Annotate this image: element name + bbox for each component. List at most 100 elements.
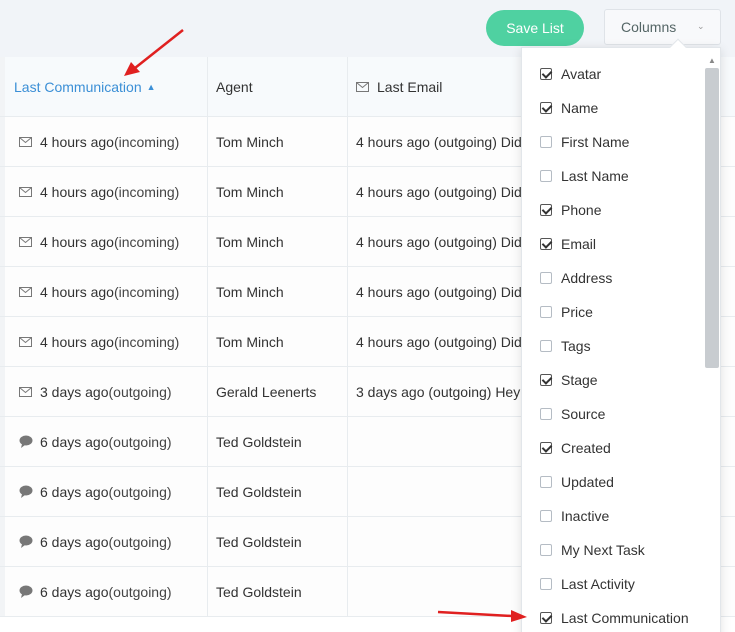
last-email-cell xyxy=(347,517,535,566)
agent-name: Ted Goldstein xyxy=(216,533,302,550)
agent-cell: Tom Minch xyxy=(207,267,347,316)
header-last-email-label: Last Email xyxy=(377,78,443,95)
column-checkbox[interactable] xyxy=(540,374,552,386)
column-option[interactable]: My Next Task xyxy=(540,540,645,560)
last-email-cell xyxy=(347,567,535,616)
column-option-label: Stage xyxy=(561,372,598,388)
last-email-cell: 3 days ago (outgoing) Hey xyxy=(347,367,535,416)
column-option-label: Tags xyxy=(561,338,591,354)
column-option[interactable]: Avatar xyxy=(540,64,601,84)
column-checkbox[interactable] xyxy=(540,510,552,522)
header-agent[interactable]: Agent xyxy=(207,57,347,116)
communication-direction: (outgoing) xyxy=(108,433,172,450)
communication-time: 6 days ago xyxy=(40,483,109,500)
last-communication-cell: 4 hours ago (incoming) xyxy=(0,267,207,316)
communication-direction: (incoming) xyxy=(113,183,180,200)
last-communication-cell: 4 hours ago (incoming) xyxy=(0,117,207,166)
communication-time: 3 days ago xyxy=(40,383,109,400)
column-checkbox[interactable] xyxy=(540,340,552,352)
chat-bubble-icon xyxy=(19,435,34,448)
last-communication-cell: 4 hours ago (incoming) xyxy=(0,167,207,216)
agent-cell: Ted Goldstein xyxy=(207,417,347,466)
communication-direction: (outgoing) xyxy=(108,583,172,600)
communication-direction: (incoming) xyxy=(113,333,180,350)
column-option[interactable]: Last Communication xyxy=(540,608,689,628)
last-email-text: 4 hours ago (outgoing) Did xyxy=(356,183,522,200)
dropdown-scrollbar[interactable] xyxy=(705,68,719,368)
column-option[interactable]: Stage xyxy=(540,370,598,390)
chat-bubble-icon xyxy=(19,535,34,548)
column-option-label: Address xyxy=(561,270,613,286)
header-last-email[interactable]: Last Email xyxy=(347,57,535,116)
column-checkbox[interactable] xyxy=(540,238,552,250)
column-option[interactable]: Address xyxy=(540,268,612,288)
column-option[interactable]: Created xyxy=(540,438,611,458)
communication-time: 4 hours ago xyxy=(40,133,114,150)
column-option[interactable]: First Name xyxy=(540,132,629,152)
chat-bubble-icon xyxy=(19,485,34,498)
last-email-cell: 4 hours ago (outgoing) Did xyxy=(347,117,535,166)
columns-button-label: Columns xyxy=(621,19,677,35)
communication-time: 6 days ago xyxy=(40,583,109,600)
column-checkbox[interactable] xyxy=(540,408,552,420)
column-option[interactable]: Last Activity xyxy=(540,574,635,594)
column-option-label: Last Activity xyxy=(561,576,635,592)
last-email-cell: 4 hours ago (outgoing) Did xyxy=(347,167,535,216)
column-checkbox[interactable] xyxy=(540,272,552,284)
email-icon xyxy=(19,386,34,397)
last-communication-cell: 3 days ago (outgoing) xyxy=(0,367,207,416)
column-checkbox[interactable] xyxy=(540,578,552,590)
column-option[interactable]: Price xyxy=(540,302,593,322)
column-option[interactable]: Updated xyxy=(540,472,614,492)
column-option[interactable]: Email xyxy=(540,234,596,254)
column-checkbox[interactable] xyxy=(540,306,552,318)
save-list-button[interactable]: Save List xyxy=(486,10,584,46)
header-last-communication[interactable]: Last Communication ▲ xyxy=(0,57,207,116)
email-icon xyxy=(19,286,34,297)
last-email-cell xyxy=(347,467,535,516)
column-checkbox[interactable] xyxy=(540,68,552,80)
columns-button[interactable]: Columns ⌄ xyxy=(604,9,721,45)
column-option[interactable]: Tags xyxy=(540,336,591,356)
last-email-cell: 4 hours ago (outgoing) Did xyxy=(347,317,535,366)
column-checkbox[interactable] xyxy=(540,136,552,148)
column-option[interactable]: Name xyxy=(540,98,598,118)
column-option[interactable]: Source xyxy=(540,404,605,424)
column-option[interactable]: Inactive xyxy=(540,506,609,526)
column-checkbox[interactable] xyxy=(540,442,552,454)
last-email-text: 4 hours ago (outgoing) Did xyxy=(356,233,522,250)
column-option-label: Avatar xyxy=(561,66,602,82)
email-icon xyxy=(19,336,34,347)
agent-cell: Tom Minch xyxy=(207,217,347,266)
column-option-label: First Name xyxy=(561,134,630,150)
agent-cell: Tom Minch xyxy=(207,117,347,166)
column-option-label: Created xyxy=(561,440,611,456)
communication-time: 4 hours ago xyxy=(40,183,114,200)
column-option-label: Phone xyxy=(561,202,602,218)
agent-cell: Tom Minch xyxy=(207,317,347,366)
header-agent-label: Agent xyxy=(216,78,253,95)
last-communication-cell: 6 days ago (outgoing) xyxy=(0,417,207,466)
column-checkbox[interactable] xyxy=(540,170,552,182)
column-checkbox[interactable] xyxy=(540,612,552,624)
last-communication-cell: 6 days ago (outgoing) xyxy=(0,517,207,566)
column-option[interactable]: Last Name xyxy=(540,166,629,186)
scroll-up-icon[interactable]: ▲ xyxy=(708,56,716,65)
communication-direction: (incoming) xyxy=(113,133,180,150)
column-checkbox[interactable] xyxy=(540,544,552,556)
communication-time: 6 days ago xyxy=(40,433,109,450)
column-option-label: Updated xyxy=(561,474,614,490)
column-option[interactable]: Phone xyxy=(540,200,601,220)
last-email-cell xyxy=(347,417,535,466)
column-checkbox[interactable] xyxy=(540,476,552,488)
column-checkbox[interactable] xyxy=(540,204,552,216)
column-option-label: My Next Task xyxy=(561,542,645,558)
last-communication-cell: 4 hours ago (incoming) xyxy=(0,217,207,266)
email-icon xyxy=(19,186,34,197)
communication-direction: (incoming) xyxy=(113,233,180,250)
communication-direction: (outgoing) xyxy=(108,383,172,400)
agent-cell: Ted Goldstein xyxy=(207,517,347,566)
agent-name: Ted Goldstein xyxy=(216,483,302,500)
column-checkbox[interactable] xyxy=(540,102,552,114)
agent-cell: Gerald Leenerts xyxy=(207,367,347,416)
